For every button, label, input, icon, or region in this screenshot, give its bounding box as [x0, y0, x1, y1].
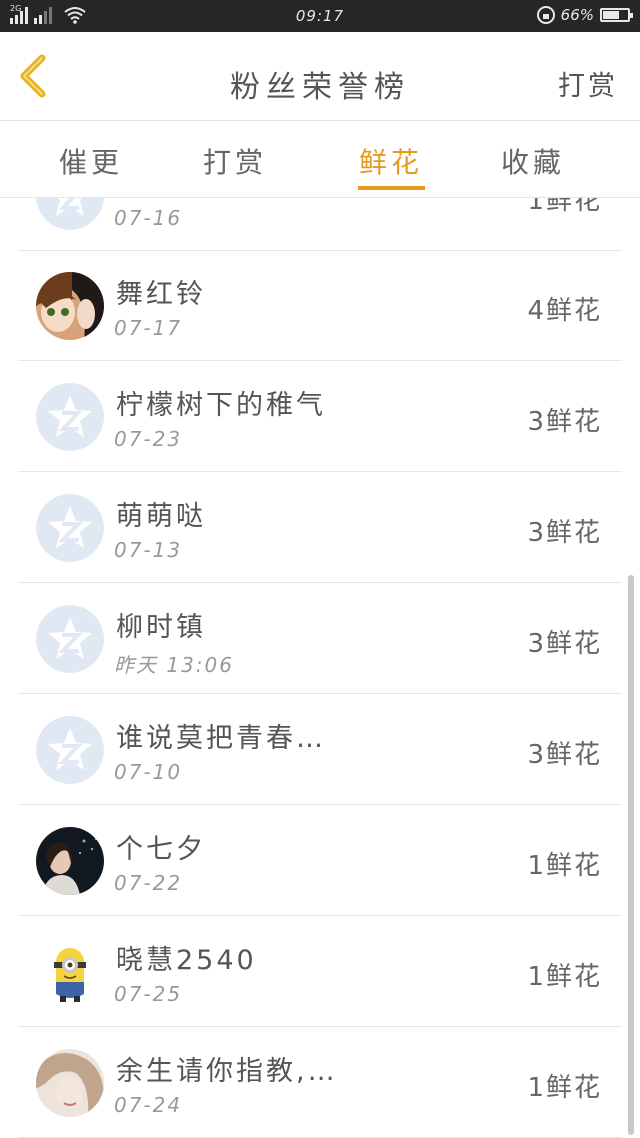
fan-date: 07-10 — [114, 760, 183, 784]
fan-date: 07-23 — [114, 427, 183, 451]
flower-count: 1鲜花 — [527, 851, 602, 881]
status-right: 66% — [536, 6, 633, 24]
battery-fill — [603, 11, 619, 19]
app-header: 粉丝荣誉榜 打赏 — [0, 32, 640, 121]
minion-avatar — [36, 938, 104, 1006]
fan-name: 余生请你指教,… — [116, 1056, 338, 1087]
fan-name: 谁说莫把青春… — [116, 723, 326, 754]
reward-button[interactable]: 打赏 — [558, 64, 618, 103]
qq-default-avatar — [36, 605, 104, 673]
photo-avatar-light — [36, 1049, 104, 1117]
list-item[interactable]: 柠檬树下的稚气 07-23 3鲜花 — [18, 361, 622, 472]
flower-count: 3鲜花 — [527, 518, 602, 548]
qq-default-avatar — [36, 716, 104, 784]
list-item[interactable]: 07-16 1鲜花 — [18, 198, 622, 251]
flower-count: 4鲜花 — [527, 296, 602, 326]
tab-reward[interactable]: 打赏 — [180, 141, 290, 181]
fan-date: 昨天 13:06 — [114, 653, 234, 677]
qq-default-avatar — [36, 383, 104, 451]
list-item[interactable]: 晓慧2540 07-25 1鲜花 — [18, 916, 622, 1027]
fan-name: 萌萌哒 — [116, 501, 206, 532]
flower-count: 1鲜花 — [527, 198, 602, 216]
fan-name: 舞红铃 — [116, 279, 206, 310]
page-title: 粉丝荣誉榜 — [230, 70, 410, 105]
fan-date: 07-16 — [114, 206, 183, 230]
qq-default-avatar — [36, 494, 104, 562]
scrollbar[interactable] — [628, 575, 634, 1135]
flower-count: 1鲜花 — [527, 1073, 602, 1103]
flower-count: 1鲜花 — [527, 962, 602, 992]
flower-count: 3鲜花 — [527, 740, 602, 770]
list-item[interactable]: 柳时镇 昨天 13:06 3鲜花 — [18, 583, 622, 694]
fan-name: 晓慧2540 — [116, 945, 257, 976]
status-bar: 2G 09:17 66% — [0, 0, 640, 32]
fan-date: 07-24 — [114, 1093, 183, 1117]
list-item[interactable]: 个七夕 07-22 1鲜花 — [18, 805, 622, 916]
tab-urge[interactable]: 催更 — [36, 141, 146, 181]
list-item[interactable]: 舞红铃 07-17 4鲜花 — [18, 250, 622, 361]
battery-percent: 66% — [560, 6, 594, 24]
list-item[interactable]: 余生请你指教,… 07-24 1鲜花 — [18, 1027, 622, 1138]
flower-count: 3鲜花 — [527, 629, 602, 659]
fan-name: 柠檬树下的稚气 — [116, 390, 326, 421]
tab-bar: 催更 打赏 鲜花 收藏 — [0, 121, 640, 198]
fan-date: 07-17 — [114, 316, 183, 340]
fan-ranking-list: 07-16 1鲜花 舞红铃 07-17 4鲜花 柠檬树下的稚气 07-23 3鲜… — [0, 198, 640, 1138]
active-tab-indicator — [358, 186, 425, 190]
fan-name: 个七夕 — [116, 834, 206, 865]
anime-avatar — [36, 272, 104, 340]
battery-icon — [600, 8, 633, 22]
qq-default-avatar — [36, 198, 104, 230]
fan-date: 07-13 — [114, 538, 183, 562]
list-item[interactable]: 萌萌哒 07-13 3鲜花 — [18, 472, 622, 583]
fan-date: 07-25 — [114, 982, 183, 1006]
list-item[interactable]: 谁说莫把青春… 07-10 3鲜花 — [18, 694, 622, 805]
fan-name: 柳时镇 — [116, 612, 206, 643]
tab-flowers[interactable]: 鲜花 — [336, 141, 446, 181]
photo-avatar-dark — [36, 827, 104, 895]
flower-count: 3鲜花 — [527, 407, 602, 437]
tab-favorites[interactable]: 收藏 — [478, 141, 588, 181]
rotation-lock-icon — [536, 6, 555, 24]
fan-date: 07-22 — [114, 871, 183, 895]
